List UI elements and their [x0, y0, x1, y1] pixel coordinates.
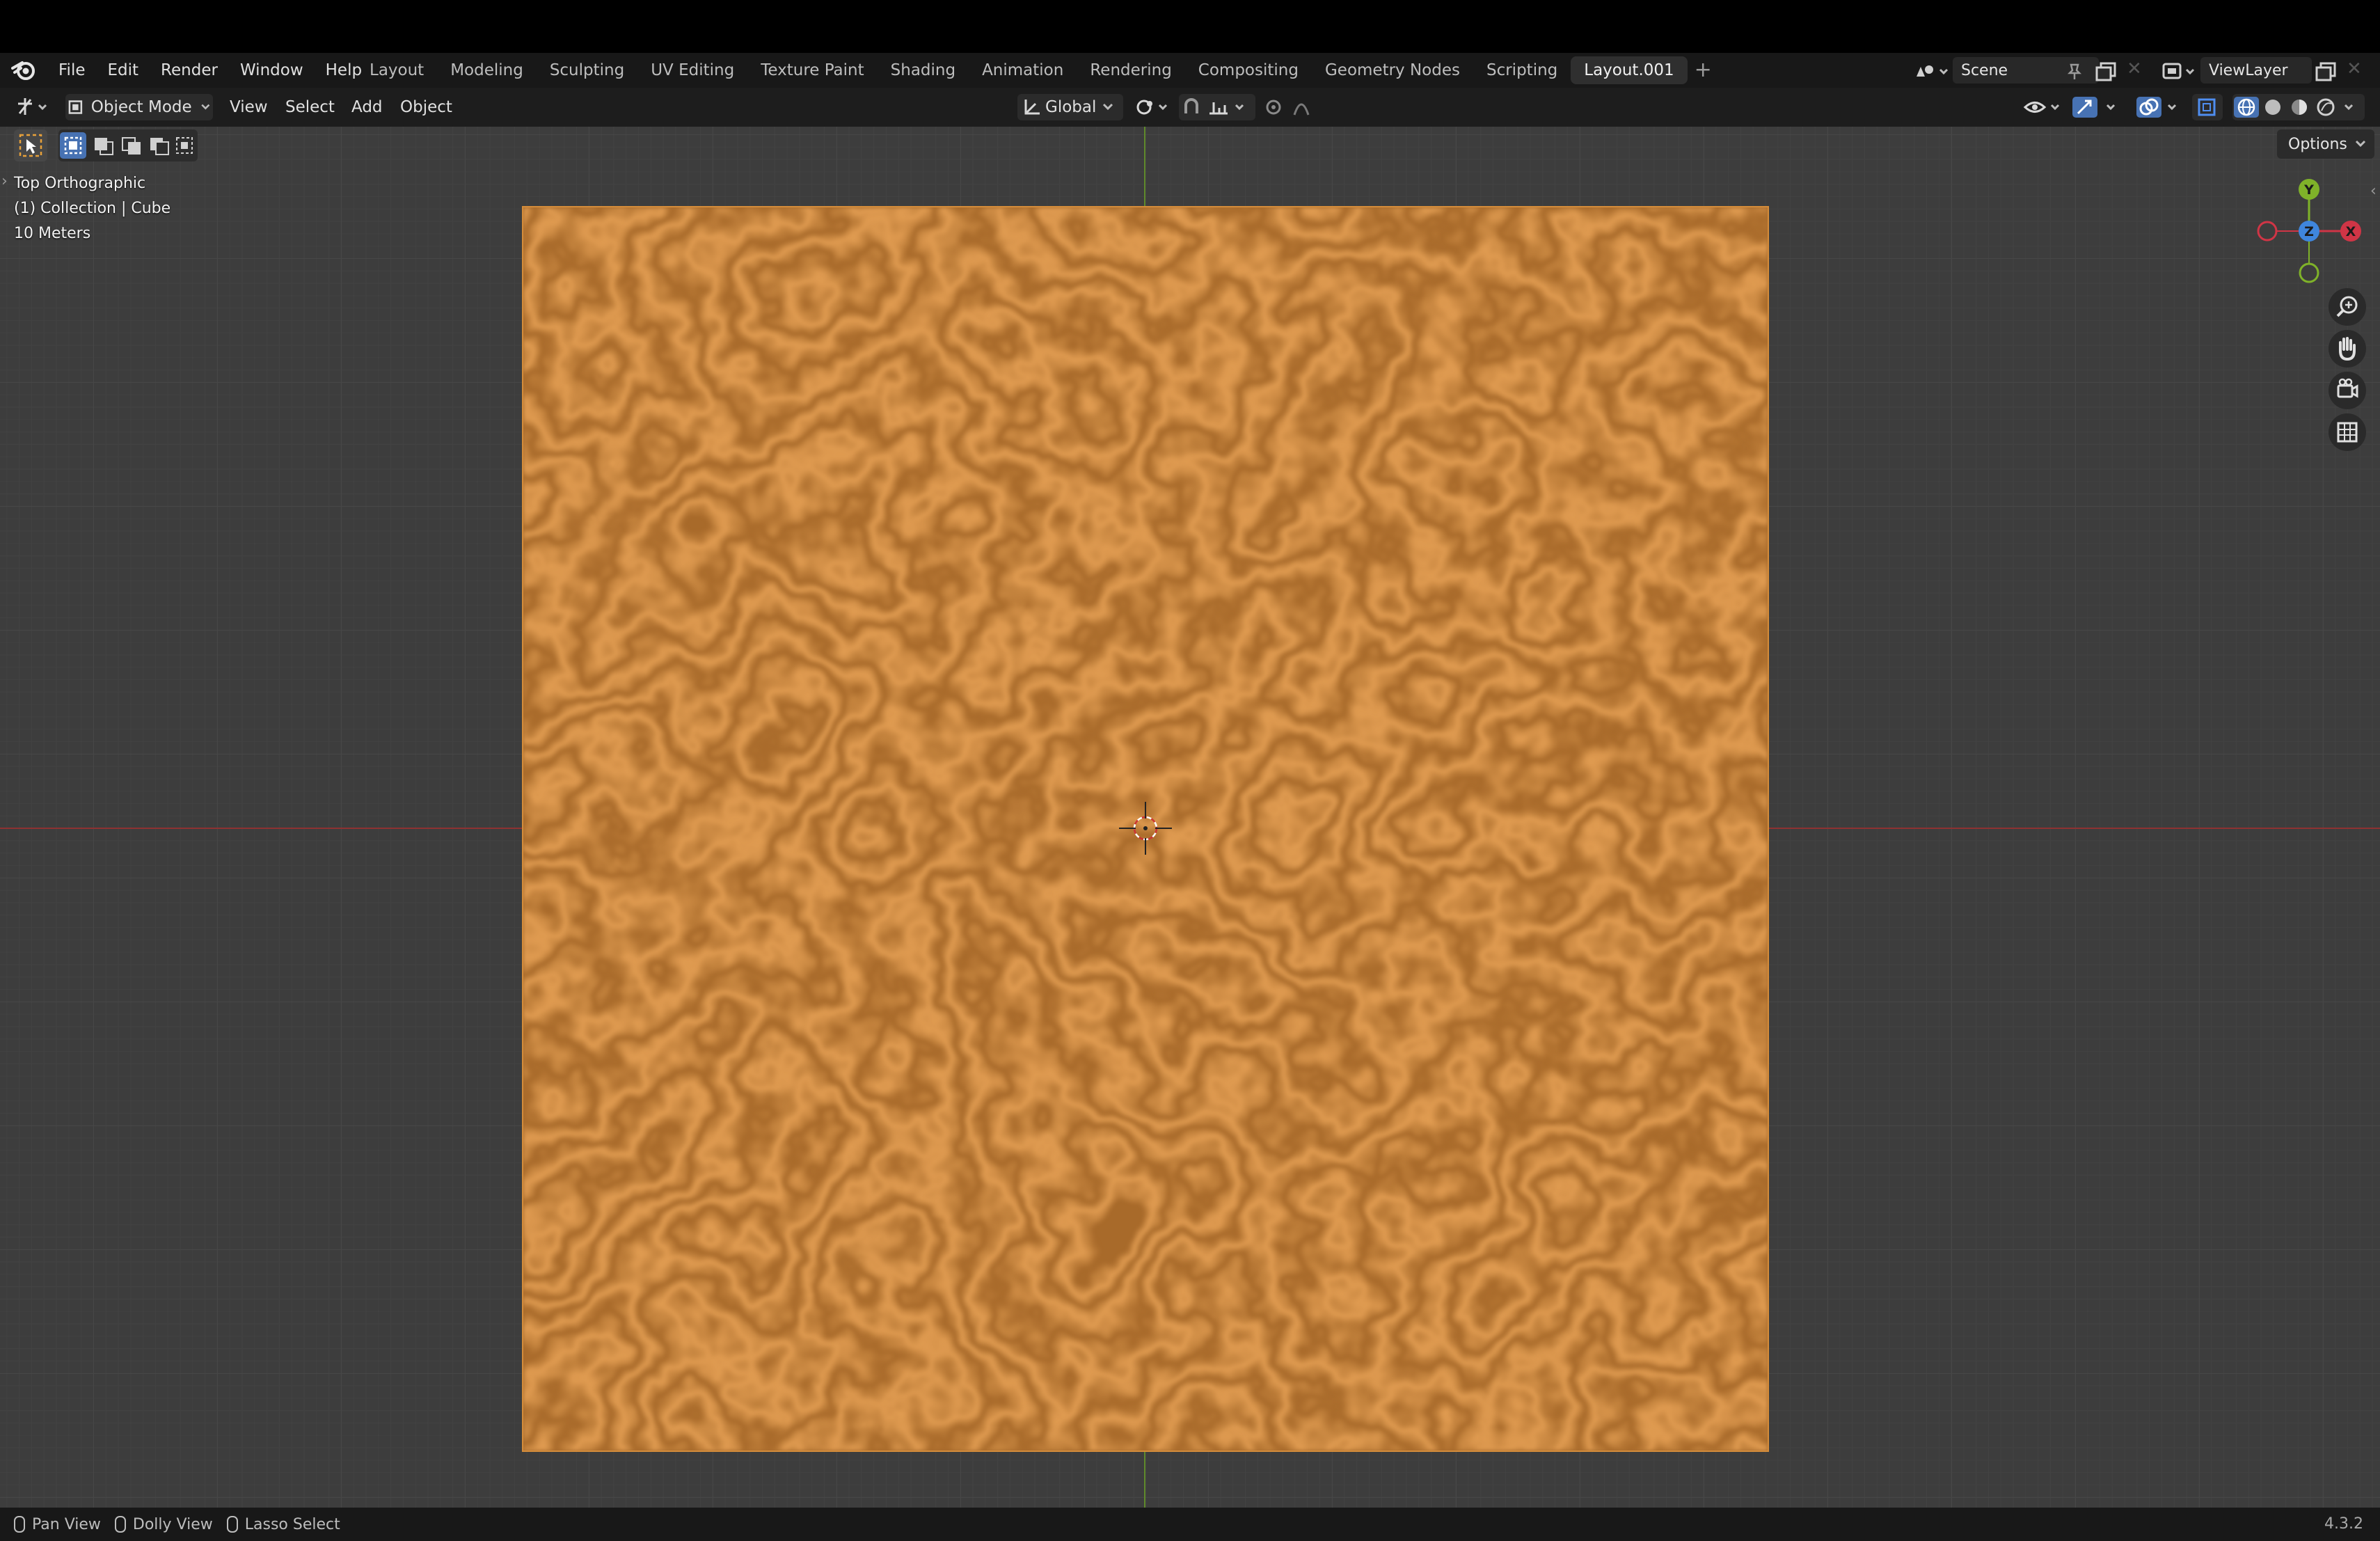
editor-type-button[interactable] [11, 94, 56, 120]
navigation-gizmo[interactable]: Y X Z [2248, 168, 2373, 294]
mouse-middle-icon [14, 1516, 25, 1533]
gizmo-y-label: Y [2303, 182, 2314, 198]
toolbar-toggle-icon[interactable]: › [1, 173, 8, 190]
object-mode-icon [68, 100, 83, 114]
menu-window[interactable]: Window [229, 61, 315, 79]
zoom-icon [2336, 296, 2358, 317]
orientation-label: Global [1045, 98, 1097, 116]
sidebar-toggle-icon[interactable]: ‹ [2370, 182, 2377, 200]
camera-icon [2337, 378, 2358, 398]
selection-mode-icons [60, 132, 193, 159]
top-bar: File Edit Render Window Help Layout Mode… [0, 53, 2380, 88]
chevron-down-icon [201, 104, 209, 110]
mode-label: Object Mode [90, 98, 192, 116]
menu-view[interactable]: View [230, 94, 268, 120]
pin-icon[interactable] [2065, 63, 2084, 81]
camera-view-button[interactable] [2329, 372, 2366, 409]
overlays-toggle[interactable] [2135, 94, 2185, 120]
mode-dropdown[interactable]: Object Mode [65, 94, 213, 120]
zoom-button[interactable] [2329, 288, 2366, 326]
workspace-tabs: Layout Modeling Sculpting UV Editing Tex… [356, 53, 1712, 88]
tab-scripting[interactable]: Scripting [1473, 56, 1571, 84]
3d-viewport[interactable]: Top Orthographic (1) Collection | Cube 1… [0, 127, 2380, 1508]
tab-rendering[interactable]: Rendering [1077, 56, 1184, 84]
status-pan-view: Pan View [14, 1516, 101, 1533]
delete-view-layer-icon[interactable]: ✕ [2347, 58, 2362, 79]
options-label: Options [2288, 135, 2347, 153]
tab-sculpting[interactable]: Sculpting [537, 56, 637, 84]
grid-scale: 10 Meters [14, 225, 91, 242]
overlays-icon [2136, 97, 2177, 118]
chevron-down-icon [2355, 140, 2365, 148]
menu-select[interactable]: Select [285, 94, 335, 120]
view-layer-name: ViewLayer [2209, 61, 2288, 79]
delete-scene-icon[interactable]: ✕ [2127, 58, 2142, 79]
shading-mode-group[interactable] [2232, 94, 2365, 120]
tab-layout[interactable]: Layout [356, 56, 437, 84]
viewport-header: Object Mode View Select Add Object Globa… [0, 88, 2380, 127]
gizmo-z-label: Z [2304, 224, 2314, 239]
chevron-down-icon [1103, 103, 1113, 111]
view-layer-icon[interactable] [2161, 61, 2199, 81]
selection-mode-group[interactable] [58, 129, 198, 161]
transform-orientation-dropdown[interactable]: Global [1017, 94, 1123, 120]
xray-icon [2198, 98, 2216, 116]
ortho-toggle-button[interactable] [2329, 413, 2366, 451]
main-menu: File Edit Render Window Help [47, 53, 373, 88]
pan-button[interactable] [2329, 330, 2366, 368]
version-label: 4.3.2 [2324, 1515, 2363, 1533]
menu-object[interactable]: Object [400, 94, 452, 120]
pivot-point-dropdown[interactable] [1133, 94, 1175, 120]
pivot-icon [1136, 100, 1168, 115]
tab-compositing[interactable]: Compositing [1185, 56, 1312, 84]
tab-geometry-nodes[interactable]: Geometry Nodes [1312, 56, 1473, 84]
cursor-select-icon [19, 134, 42, 157]
gizmo-x-label: X [2346, 224, 2356, 239]
scene-name: Scene [1961, 61, 2008, 79]
blender-logo-icon[interactable] [11, 58, 36, 82]
gizmo-icon [2072, 97, 2116, 118]
neg-y-axis-handle[interactable] [2299, 262, 2319, 283]
status-bar: Pan View Dolly View Lasso Select 4.3.2 [0, 1508, 2380, 1541]
scene-icon[interactable] [1914, 61, 1951, 81]
grid-icon [2337, 422, 2358, 443]
tab-animation[interactable]: Animation [969, 56, 1077, 84]
add-workspace-button[interactable]: + [1695, 56, 1712, 84]
hand-icon [2339, 337, 2356, 361]
neg-x-axis-handle[interactable] [2257, 221, 2278, 242]
tab-texture-paint[interactable]: Texture Paint [747, 56, 877, 84]
tab-uv-editing[interactable]: UV Editing [637, 56, 747, 84]
select-tool-button[interactable] [14, 129, 47, 161]
proportional-edit-icon [1266, 100, 1310, 116]
tab-modeling[interactable]: Modeling [437, 56, 537, 84]
new-scene-icon[interactable] [2095, 61, 2118, 82]
gizmo-toggle[interactable] [2071, 94, 2127, 120]
menu-file[interactable]: File [47, 61, 97, 79]
viewport-info: Top Orthographic (1) Collection | Cube 1… [14, 171, 170, 246]
options-dropdown[interactable]: Options [2277, 129, 2374, 159]
view-name: Top Orthographic [14, 175, 146, 192]
3d-cursor-icon[interactable] [1119, 802, 1172, 855]
view-layer-field[interactable]: ViewLayer [2200, 57, 2312, 84]
xray-toggle[interactable] [2192, 94, 2223, 120]
shading-modes-icon [2234, 97, 2354, 118]
active-collection-object: (1) Collection | Cube [14, 200, 171, 217]
new-view-layer-icon[interactable] [2315, 61, 2338, 82]
menu-add[interactable]: Add [351, 94, 383, 120]
menu-render[interactable]: Render [150, 61, 229, 79]
eye-icon [2023, 102, 2060, 113]
tab-shading[interactable]: Shading [878, 56, 969, 84]
mouse-right-icon [226, 1516, 238, 1533]
mouse-scroll-icon [114, 1516, 126, 1533]
snap-icon [1184, 98, 1244, 115]
editor-type-icon [18, 98, 47, 115]
orientation-icon [1024, 100, 1040, 115]
status-lasso-select: Lasso Select [226, 1516, 340, 1533]
visibility-dropdown[interactable] [2022, 94, 2067, 120]
proportional-editing-group[interactable] [1260, 94, 1329, 120]
menu-edit[interactable]: Edit [97, 61, 150, 79]
status-dolly-view: Dolly View [114, 1516, 213, 1533]
tab-layout-001[interactable]: Layout.001 [1571, 56, 1688, 84]
snap-group[interactable] [1179, 94, 1255, 120]
